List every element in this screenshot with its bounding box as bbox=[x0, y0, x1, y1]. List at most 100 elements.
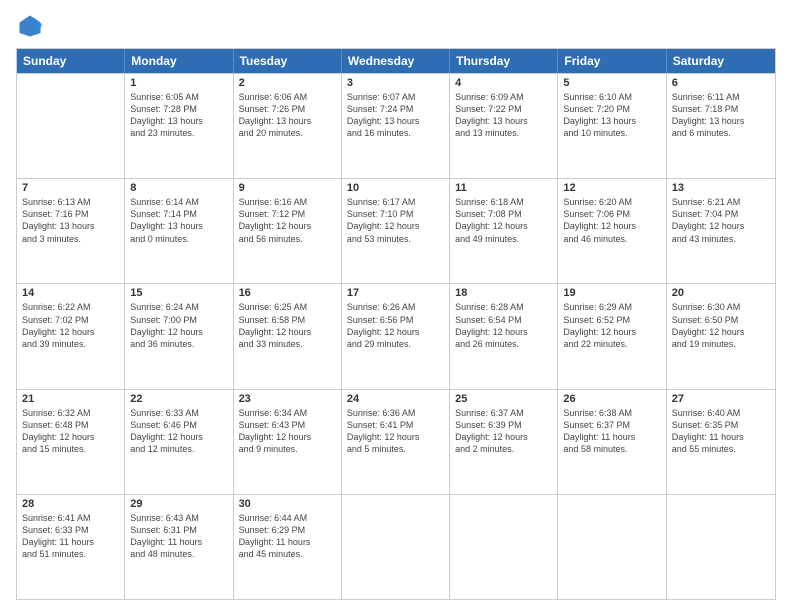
day-info: Sunrise: 6:28 AMSunset: 6:54 PMDaylight:… bbox=[455, 301, 552, 350]
day-info: Sunrise: 6:06 AMSunset: 7:26 PMDaylight:… bbox=[239, 91, 336, 140]
calendar-body: 1 Sunrise: 6:05 AMSunset: 7:28 PMDaylight… bbox=[17, 73, 775, 599]
day-number: 18 bbox=[455, 287, 552, 299]
day-info: Sunrise: 6:24 AMSunset: 7:00 PMDaylight:… bbox=[130, 301, 227, 350]
calendar-cell-0-3: 3 Sunrise: 6:07 AMSunset: 7:24 PMDaylight… bbox=[342, 74, 450, 178]
day-info: Sunrise: 6:05 AMSunset: 7:28 PMDaylight:… bbox=[130, 91, 227, 140]
calendar-row-3: 21 Sunrise: 6:32 AMSunset: 6:48 PMDayligh… bbox=[17, 389, 775, 494]
day-info: Sunrise: 6:26 AMSunset: 6:56 PMDaylight:… bbox=[347, 301, 444, 350]
calendar-cell-3-2: 23Sunrise: 6:34 AMSunset: 6:43 PMDayligh… bbox=[234, 390, 342, 494]
header-cell-friday: Friday bbox=[558, 49, 666, 73]
calendar-row-0: 1 Sunrise: 6:05 AMSunset: 7:28 PMDaylight… bbox=[17, 73, 775, 178]
day-number: 9 bbox=[239, 182, 336, 194]
calendar-cell-4-1: 29 Sunrise: 6:43 AMSunset: 6:31 PMDayligh… bbox=[125, 495, 233, 599]
calendar-cell-4-4 bbox=[450, 495, 558, 599]
day-number: 6 bbox=[672, 77, 770, 89]
day-info: Sunrise: 6:30 AMSunset: 6:50 PMDaylight:… bbox=[672, 301, 770, 350]
calendar: SundayMondayTuesdayWednesdayThursdayFrid… bbox=[16, 48, 776, 600]
day-info: Sunrise: 6:40 AMSunset: 6:35 PMDaylight:… bbox=[672, 407, 770, 456]
day-info: Sunrise: 6:32 AMSunset: 6:48 PMDaylight:… bbox=[22, 407, 119, 456]
calendar-cell-2-4: 18 Sunrise: 6:28 AMSunset: 6:54 PMDayligh… bbox=[450, 284, 558, 388]
header-cell-tuesday: Tuesday bbox=[234, 49, 342, 73]
calendar-cell-1-4: 11Sunrise: 6:18 AMSunset: 7:08 PMDayligh… bbox=[450, 179, 558, 283]
day-number: 7 bbox=[22, 182, 119, 194]
calendar-cell-3-6: 27 Sunrise: 6:40 AMSunset: 6:35 PMDayligh… bbox=[667, 390, 775, 494]
calendar-cell-0-5: 5 Sunrise: 6:10 AMSunset: 7:20 PMDaylight… bbox=[558, 74, 666, 178]
day-info: Sunrise: 6:20 AMSunset: 7:06 PMDaylight:… bbox=[563, 196, 660, 245]
day-number: 8 bbox=[130, 182, 227, 194]
calendar-cell-4-5 bbox=[558, 495, 666, 599]
calendar-cell-1-6: 13 Sunrise: 6:21 AMSunset: 7:04 PMDayligh… bbox=[667, 179, 775, 283]
calendar-cell-0-2: 2 Sunrise: 6:06 AMSunset: 7:26 PMDaylight… bbox=[234, 74, 342, 178]
day-number: 4 bbox=[455, 77, 552, 89]
calendar-row-4: 28Sunrise: 6:41 AMSunset: 6:33 PMDayligh… bbox=[17, 494, 775, 599]
header-cell-saturday: Saturday bbox=[667, 49, 775, 73]
calendar-cell-3-4: 25 Sunrise: 6:37 AMSunset: 6:39 PMDayligh… bbox=[450, 390, 558, 494]
day-info: Sunrise: 6:37 AMSunset: 6:39 PMDaylight:… bbox=[455, 407, 552, 456]
calendar-cell-4-6 bbox=[667, 495, 775, 599]
calendar-cell-3-1: 22 Sunrise: 6:33 AMSunset: 6:46 PMDayligh… bbox=[125, 390, 233, 494]
calendar-cell-3-5: 26 Sunrise: 6:38 AMSunset: 6:37 PMDayligh… bbox=[558, 390, 666, 494]
day-info: Sunrise: 6:33 AMSunset: 6:46 PMDaylight:… bbox=[130, 407, 227, 456]
calendar-cell-0-0 bbox=[17, 74, 125, 178]
calendar-cell-1-5: 12Sunrise: 6:20 AMSunset: 7:06 PMDayligh… bbox=[558, 179, 666, 283]
calendar-cell-4-2: 30 Sunrise: 6:44 AMSunset: 6:29 PMDayligh… bbox=[234, 495, 342, 599]
day-info: Sunrise: 6:25 AMSunset: 6:58 PMDaylight:… bbox=[239, 301, 336, 350]
day-info: Sunrise: 6:38 AMSunset: 6:37 PMDaylight:… bbox=[563, 407, 660, 456]
day-number: 1 bbox=[130, 77, 227, 89]
day-number: 22 bbox=[130, 393, 227, 405]
day-info: Sunrise: 6:13 AMSunset: 7:16 PMDaylight:… bbox=[22, 196, 119, 245]
day-info: Sunrise: 6:14 AMSunset: 7:14 PMDaylight:… bbox=[130, 196, 227, 245]
header bbox=[16, 12, 776, 40]
day-number: 27 bbox=[672, 393, 770, 405]
calendar-cell-2-6: 20Sunrise: 6:30 AMSunset: 6:50 PMDayligh… bbox=[667, 284, 775, 388]
day-number: 29 bbox=[130, 498, 227, 510]
header-cell-thursday: Thursday bbox=[450, 49, 558, 73]
day-info: Sunrise: 6:21 AMSunset: 7:04 PMDaylight:… bbox=[672, 196, 770, 245]
day-info: Sunrise: 6:17 AMSunset: 7:10 PMDaylight:… bbox=[347, 196, 444, 245]
day-info: Sunrise: 6:11 AMSunset: 7:18 PMDaylight:… bbox=[672, 91, 770, 140]
header-cell-wednesday: Wednesday bbox=[342, 49, 450, 73]
day-info: Sunrise: 6:07 AMSunset: 7:24 PMDaylight:… bbox=[347, 91, 444, 140]
day-info: Sunrise: 6:41 AMSunset: 6:33 PMDaylight:… bbox=[22, 512, 119, 561]
day-info: Sunrise: 6:29 AMSunset: 6:52 PMDaylight:… bbox=[563, 301, 660, 350]
page: SundayMondayTuesdayWednesdayThursdayFrid… bbox=[0, 0, 792, 612]
day-info: Sunrise: 6:18 AMSunset: 7:08 PMDaylight:… bbox=[455, 196, 552, 245]
day-info: Sunrise: 6:16 AMSunset: 7:12 PMDaylight:… bbox=[239, 196, 336, 245]
calendar-cell-0-4: 4 Sunrise: 6:09 AMSunset: 7:22 PMDaylight… bbox=[450, 74, 558, 178]
header-cell-monday: Monday bbox=[125, 49, 233, 73]
calendar-cell-1-0: 7 Sunrise: 6:13 AMSunset: 7:16 PMDaylight… bbox=[17, 179, 125, 283]
calendar-cell-1-1: 8 Sunrise: 6:14 AMSunset: 7:14 PMDaylight… bbox=[125, 179, 233, 283]
day-number: 10 bbox=[347, 182, 444, 194]
day-number: 5 bbox=[563, 77, 660, 89]
calendar-header: SundayMondayTuesdayWednesdayThursdayFrid… bbox=[17, 49, 775, 73]
calendar-cell-1-3: 10 Sunrise: 6:17 AMSunset: 7:10 PMDayligh… bbox=[342, 179, 450, 283]
calendar-cell-2-1: 15 Sunrise: 6:24 AMSunset: 7:00 PMDayligh… bbox=[125, 284, 233, 388]
day-number: 30 bbox=[239, 498, 336, 510]
day-number: 26 bbox=[563, 393, 660, 405]
calendar-cell-4-3 bbox=[342, 495, 450, 599]
day-number: 21 bbox=[22, 393, 119, 405]
day-info: Sunrise: 6:43 AMSunset: 6:31 PMDaylight:… bbox=[130, 512, 227, 561]
calendar-row-1: 7 Sunrise: 6:13 AMSunset: 7:16 PMDaylight… bbox=[17, 178, 775, 283]
day-number: 14 bbox=[22, 287, 119, 299]
day-info: Sunrise: 6:44 AMSunset: 6:29 PMDaylight:… bbox=[239, 512, 336, 561]
day-number: 3 bbox=[347, 77, 444, 89]
logo-icon bbox=[16, 12, 44, 40]
day-info: Sunrise: 6:34 AMSunset: 6:43 PMDaylight:… bbox=[239, 407, 336, 456]
day-info: Sunrise: 6:09 AMSunset: 7:22 PMDaylight:… bbox=[455, 91, 552, 140]
calendar-cell-1-2: 9 Sunrise: 6:16 AMSunset: 7:12 PMDaylight… bbox=[234, 179, 342, 283]
day-info: Sunrise: 6:10 AMSunset: 7:20 PMDaylight:… bbox=[563, 91, 660, 140]
day-info: Sunrise: 6:22 AMSunset: 7:02 PMDaylight:… bbox=[22, 301, 119, 350]
calendar-cell-0-6: 6 Sunrise: 6:11 AMSunset: 7:18 PMDaylight… bbox=[667, 74, 775, 178]
calendar-row-2: 14 Sunrise: 6:22 AMSunset: 7:02 PMDayligh… bbox=[17, 283, 775, 388]
header-cell-sunday: Sunday bbox=[17, 49, 125, 73]
logo bbox=[16, 12, 48, 40]
calendar-cell-3-0: 21 Sunrise: 6:32 AMSunset: 6:48 PMDayligh… bbox=[17, 390, 125, 494]
day-number: 15 bbox=[130, 287, 227, 299]
day-number: 13 bbox=[672, 182, 770, 194]
day-number: 2 bbox=[239, 77, 336, 89]
calendar-cell-2-2: 16 Sunrise: 6:25 AMSunset: 6:58 PMDayligh… bbox=[234, 284, 342, 388]
day-number: 25 bbox=[455, 393, 552, 405]
calendar-cell-2-3: 17Sunrise: 6:26 AMSunset: 6:56 PMDayligh… bbox=[342, 284, 450, 388]
day-number: 16 bbox=[239, 287, 336, 299]
